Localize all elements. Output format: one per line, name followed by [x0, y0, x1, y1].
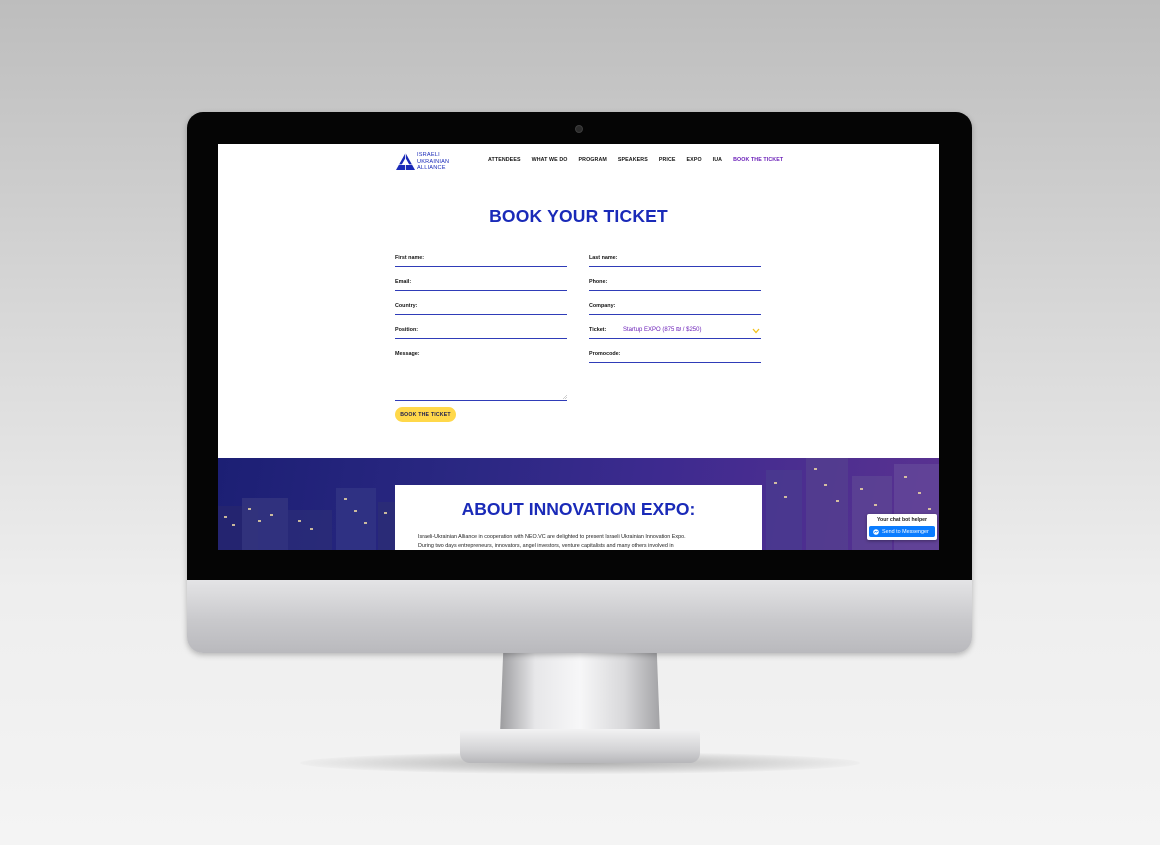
first-name-field[interactable]: First name: — [395, 255, 567, 267]
about-section: ABOUT INNOVATION EXPO: Israeli-Ukrainian… — [218, 458, 939, 550]
email-field[interactable]: Email: — [395, 279, 567, 291]
monitor-stand-foot — [460, 729, 700, 763]
company-label: Company: — [589, 303, 616, 309]
nav-iua[interactable]: IUA — [713, 157, 722, 166]
promocode-field[interactable]: Promocode: — [589, 351, 761, 363]
about-line: Israeli-Ukrainian Alliance in cooperatio… — [418, 534, 686, 540]
phone-label: Phone: — [589, 279, 608, 285]
send-to-messenger-button[interactable]: Send to Messenger — [869, 526, 935, 537]
position-label: Position: — [395, 327, 419, 333]
email-label: Email: — [395, 279, 412, 285]
last-name-label: Last name: — [589, 255, 618, 261]
messenger-icon — [873, 528, 879, 535]
message-label: Message: — [395, 351, 420, 357]
send-to-messenger-label: Send to Messenger — [882, 528, 929, 535]
ticket-label: Ticket: — [589, 327, 607, 333]
phone-field[interactable]: Phone: — [589, 279, 761, 291]
country-label: Country: — [395, 303, 418, 309]
monitor-stand-neck — [500, 652, 660, 734]
logo[interactable]: ISRAELI UKRAINIAN ALLIANCE — [395, 152, 455, 172]
main-nav: ATTENDEES WHAT WE DO PROGRAM SPEAKERS PR… — [488, 157, 783, 166]
nav-expo[interactable]: EXPO — [687, 157, 702, 166]
company-field[interactable]: Company: — [589, 303, 761, 315]
logo-line: ISRAELI — [417, 152, 440, 158]
first-name-label: First name: — [395, 255, 425, 261]
chatbot-widget: Your chat bot helper Send to Messenger — [867, 514, 937, 540]
last-name-field[interactable]: Last name: — [589, 255, 761, 267]
position-field[interactable]: Position: — [395, 327, 567, 339]
resize-handle-icon[interactable] — [563, 395, 567, 399]
about-paragraph: Israeli-Ukrainian Alliance in cooperatio… — [418, 533, 743, 550]
nav-program[interactable]: PROGRAM — [579, 157, 607, 166]
about-card: ABOUT INNOVATION EXPO: Israeli-Ukrainian… — [395, 485, 762, 550]
logo-triangle-icon — [396, 153, 415, 170]
country-field[interactable]: Country: — [395, 303, 567, 315]
logo-line: UKRAINIAN — [417, 158, 450, 165]
site-header: ISRAELI UKRAINIAN ALLIANCE ATTENDEES WHA… — [218, 144, 939, 178]
webcam-icon — [575, 125, 583, 133]
nav-price[interactable]: PRICE — [659, 157, 676, 166]
promocode-label: Promocode: — [589, 351, 621, 357]
nav-book-the-ticket[interactable]: BOOK THE TICKET — [733, 157, 783, 166]
message-textarea[interactable]: Message: — [395, 351, 567, 401]
screen: ISRAELI UKRAINIAN ALLIANCE ATTENDEES WHA… — [218, 144, 939, 550]
nav-speakers[interactable]: SPEAKERS — [618, 157, 648, 166]
logo-line: ALLIANCE — [417, 165, 446, 172]
book-ticket-button[interactable]: BOOK THE TICKET — [395, 407, 456, 422]
page-title: BOOK YOUR TICKET — [489, 206, 668, 226]
nav-what-we-do[interactable]: WHAT WE DO — [532, 157, 568, 166]
chatbot-title: Your chat bot helper — [876, 517, 928, 523]
nav-attendees[interactable]: ATTENDEES — [488, 157, 521, 166]
about-line: During two days entrepreneurs, innovator… — [418, 542, 674, 549]
ticket-selected-value: Startup EXPO (875 ₪ / $250) — [623, 327, 702, 333]
logo-text: ISRAELI UKRAINIAN ALLIANCE — [417, 152, 457, 172]
about-title: ABOUT INNOVATION EXPO: — [461, 499, 696, 519]
ticket-select[interactable]: Ticket: Startup EXPO (875 ₪ / $250) — [589, 327, 761, 339]
monitor-chin — [187, 580, 972, 653]
chevron-down-icon[interactable] — [752, 328, 760, 334]
